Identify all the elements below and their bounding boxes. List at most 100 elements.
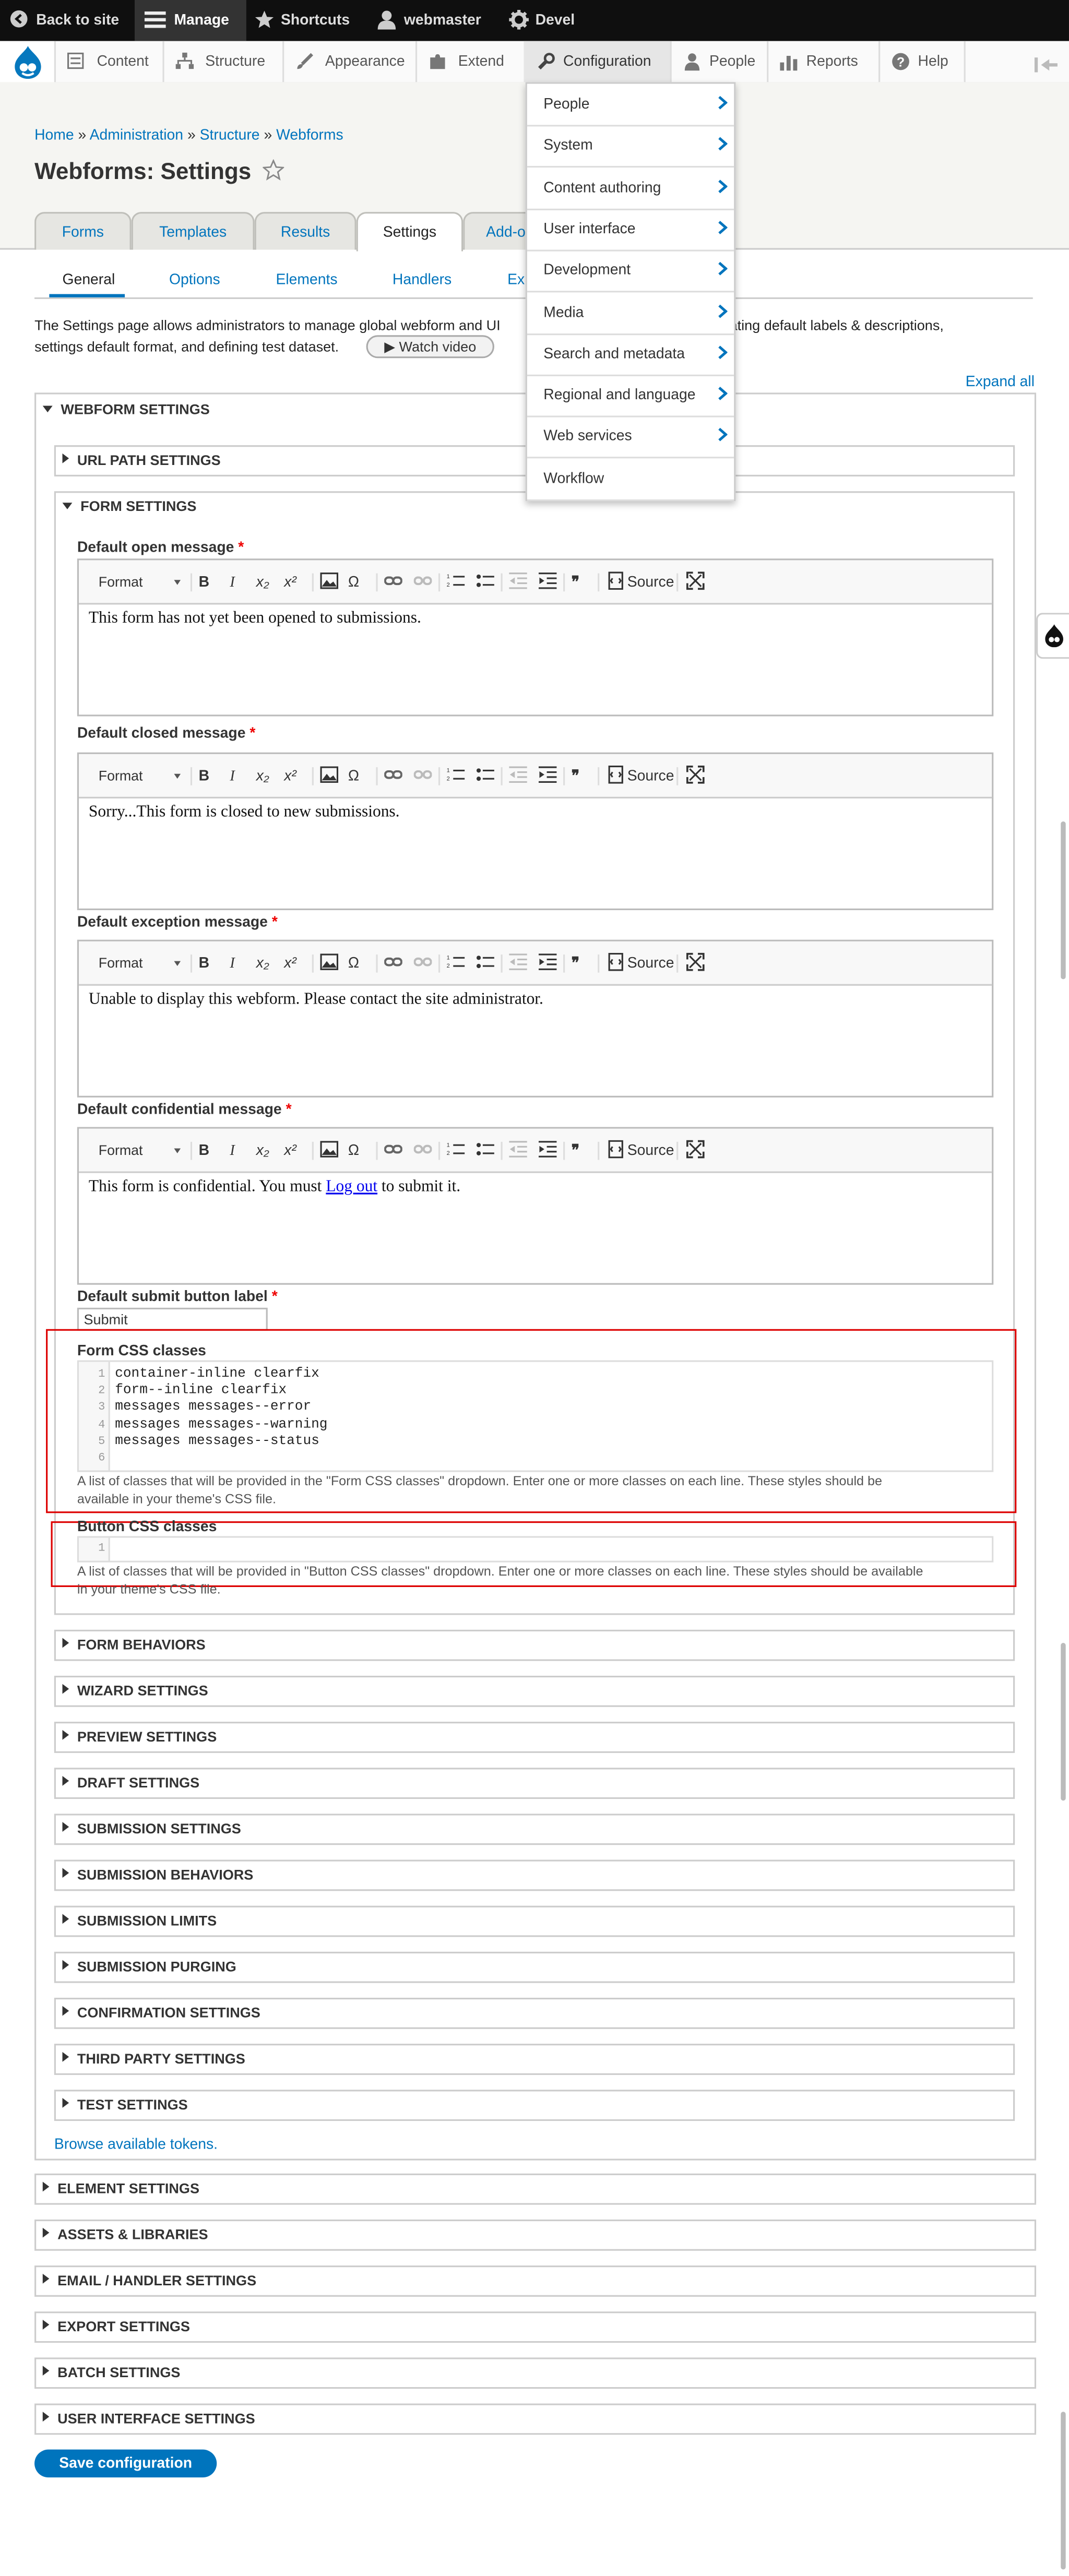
source-icon-holder[interactable]: Source — [608, 764, 674, 787]
config-menu-item[interactable]: Workflow — [527, 458, 734, 501]
save-configuration-button[interactable]: Save configuration — [34, 2449, 217, 2478]
italic-button[interactable]: I — [230, 951, 234, 974]
subtab-handlers[interactable]: Handlers — [393, 271, 452, 287]
tab-forms[interactable]: Forms — [34, 212, 132, 250]
indent-button[interactable] — [538, 1139, 557, 1162]
tray-orientation-toggle[interactable] — [1034, 53, 1058, 73]
maximize-button[interactable] — [686, 764, 705, 787]
italic-button[interactable]: I — [230, 1139, 234, 1162]
tray-item-extend[interactable]: Extend — [415, 41, 526, 82]
image-button[interactable] — [320, 1139, 339, 1162]
blockquote-button[interactable]: ❞ — [572, 570, 579, 593]
unlink-button[interactable] — [413, 570, 432, 593]
logout-link[interactable]: Log out — [326, 1178, 377, 1196]
outdent-button[interactable] — [509, 951, 527, 974]
subsection-summary[interactable]: DRAFT SETTINGS — [62, 1774, 200, 1791]
section-summary[interactable]: EMAIL / HANDLER SETTINGS — [42, 2272, 256, 2288]
indent-button[interactable] — [538, 570, 557, 593]
section-summary[interactable]: EXPORT SETTINGS — [42, 2318, 190, 2334]
drupal-logo[interactable] — [0, 41, 56, 82]
link-button[interactable] — [384, 1139, 403, 1162]
tray-item-content[interactable]: Content — [54, 41, 164, 82]
source-button-label[interactable]: Source — [627, 951, 674, 974]
tab-results[interactable]: Results — [254, 212, 357, 250]
bulleted-list-button[interactable] — [476, 1139, 494, 1162]
breadcrumb-home[interactable]: Home — [34, 126, 74, 142]
unlink-button[interactable] — [413, 951, 432, 974]
expand-all-link[interactable]: Expand all — [966, 373, 1035, 389]
subsection-summary[interactable]: PREVIEW SETTINGS — [62, 1728, 217, 1745]
subsection-summary[interactable]: FORM BEHAVIORS — [62, 1636, 206, 1653]
contextual-drop-tab[interactable] — [1036, 613, 1069, 659]
scrollbar-thumb[interactable] — [1061, 2412, 1066, 2570]
subscript-button[interactable]: x₂ — [256, 764, 269, 787]
subsection-summary[interactable]: TEST SETTINGS — [62, 2096, 188, 2113]
bulleted-list-button[interactable] — [476, 951, 494, 974]
subsection-summary[interactable]: WIZARD SETTINGS — [62, 1683, 208, 1699]
config-menu-item[interactable]: People — [527, 84, 734, 127]
bold-button[interactable]: B — [199, 1139, 209, 1162]
blockquote-button[interactable]: ❞ — [572, 764, 579, 787]
outdent-button[interactable] — [509, 1139, 527, 1162]
user-tab[interactable]: webmaster — [377, 0, 496, 41]
numbered-list-button[interactable]: 12 — [447, 951, 465, 974]
subsection-summary[interactable]: SUBMISSION SETTINGS — [62, 1820, 241, 1836]
maximize-button[interactable] — [686, 570, 705, 593]
submit-label-input[interactable]: Submit — [77, 1307, 268, 1331]
subsection-summary[interactable]: SUBMISSION PURGING — [62, 1958, 236, 1975]
format-dropdown[interactable]: Format — [92, 762, 181, 789]
subsection-summary[interactable]: THIRD PARTY SETTINGS — [62, 2050, 245, 2067]
shortcuts-tab[interactable]: Shortcuts — [255, 0, 370, 41]
manage-tab[interactable]: Manage — [134, 0, 246, 41]
subtab-options[interactable]: Options — [169, 271, 220, 287]
tray-item-reports[interactable]: Reports — [767, 41, 881, 82]
unlink-button[interactable] — [413, 764, 432, 787]
bold-button[interactable]: B — [199, 951, 209, 974]
section-summary[interactable]: USER INTERFACE SETTINGS — [42, 2410, 255, 2427]
form-css-code-editor[interactable]: 1 container-inline clearfix 2 form--inline … — [77, 1360, 994, 1472]
editor-content[interactable]: Unable to display this webform. Please c… — [89, 991, 543, 1009]
config-menu-item[interactable]: User interface — [527, 208, 734, 252]
tray-item-configuration[interactable]: Configuration — [524, 41, 672, 82]
config-menu-item[interactable]: Content authoring — [527, 167, 734, 210]
numbered-list-button[interactable]: 12 — [447, 1139, 465, 1162]
italic-button[interactable]: I — [230, 764, 234, 787]
maximize-button[interactable] — [686, 1139, 705, 1162]
config-menu-item[interactable]: Development — [527, 250, 734, 293]
subsection-summary[interactable]: SUBMISSION BEHAVIORS — [62, 1866, 254, 1883]
source-icon-holder[interactable]: Source — [608, 1139, 674, 1162]
special-char-button[interactable]: Ω — [348, 764, 359, 787]
link-button[interactable] — [384, 764, 403, 787]
blockquote-button[interactable]: ❞ — [572, 1139, 579, 1162]
image-button[interactable] — [320, 570, 339, 593]
italic-button[interactable]: I — [230, 570, 234, 593]
outdent-button[interactable] — [509, 764, 527, 787]
shortcut-star-icon[interactable] — [263, 159, 284, 181]
subsection-summary[interactable]: SUBMISSION LIMITS — [62, 1912, 217, 1929]
section-summary[interactable]: ELEMENT SETTINGS — [42, 2180, 199, 2197]
editor-content[interactable]: This form is confidential. You must Log … — [89, 1178, 460, 1196]
source-button-label[interactable]: Source — [627, 1139, 674, 1162]
link-button[interactable] — [384, 570, 403, 593]
subscript-button[interactable]: x₂ — [256, 1139, 269, 1162]
image-button[interactable] — [320, 764, 339, 787]
section-summary[interactable]: BATCH SETTINGS — [42, 2364, 181, 2380]
subtab-general[interactable]: General — [63, 271, 115, 287]
subtab-elements[interactable]: Elements — [276, 271, 338, 287]
source-button-label[interactable]: Source — [627, 570, 674, 593]
special-char-button[interactable]: Ω — [348, 1139, 359, 1162]
indent-button[interactable] — [538, 764, 557, 787]
breadcrumb-structure[interactable]: Structure — [200, 126, 260, 142]
editor-content[interactable]: Sorry...This form is closed to new submi… — [89, 803, 400, 821]
button-css-code-editor[interactable]: 1 — [77, 1536, 994, 1563]
tray-item-appearance[interactable]: Appearance — [282, 41, 418, 82]
blockquote-button[interactable]: ❞ — [572, 951, 579, 974]
url-path-summary[interactable]: URL PATH SETTINGS — [62, 452, 221, 468]
back-to-site-link[interactable]: Back to site — [10, 0, 122, 41]
subscript-button[interactable]: x₂ — [256, 951, 269, 974]
unlink-button[interactable] — [413, 1139, 432, 1162]
breadcrumb-administration[interactable]: Administration — [90, 126, 183, 142]
subtab-more[interactable]: Ex — [507, 271, 525, 287]
tab-templates[interactable]: Templates — [131, 212, 255, 250]
superscript-button[interactable]: x² — [284, 951, 296, 974]
